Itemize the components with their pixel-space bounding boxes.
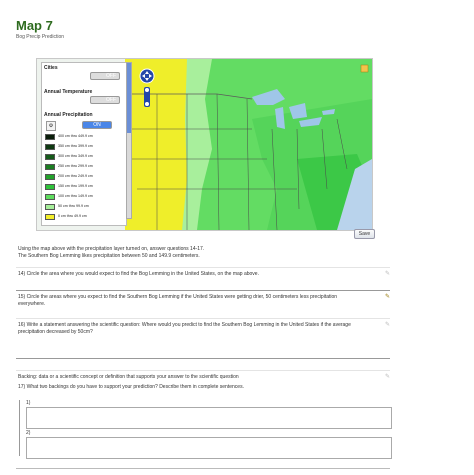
question-15: 15) Circle the areas where you expect to… bbox=[16, 290, 390, 313]
cities-label: Cities bbox=[44, 65, 58, 71]
legend-label: 150 cm thru 199.9 cm bbox=[58, 184, 93, 188]
legend-swatch bbox=[45, 204, 55, 210]
edit-icon[interactable]: ✎ bbox=[385, 373, 390, 380]
instruction-line-1: Using the map above with the precipitati… bbox=[18, 246, 205, 252]
question-16-text-cont: precipitation decreased by 50cm? bbox=[18, 329, 93, 335]
answer-1-field[interactable] bbox=[26, 407, 392, 429]
answer-indent-line bbox=[19, 400, 20, 456]
legend-swatch bbox=[45, 184, 55, 190]
legend-label: 400 cm thru 449.9 cm bbox=[58, 134, 93, 138]
legend-label: 50 cm thru 99.9 cm bbox=[58, 204, 89, 208]
legend-label: 350 cm thru 399.9 cm bbox=[58, 144, 93, 148]
edit-icon[interactable]: ✎ bbox=[385, 270, 390, 277]
map-tools-icon bbox=[360, 64, 369, 73]
backing-definition: Backing: data or a scientific concept or… bbox=[18, 374, 239, 380]
temperature-label: Annual Temperature bbox=[44, 89, 93, 95]
legend-label: 0 cm thru 49.9 cm bbox=[58, 214, 87, 218]
answer-2-label: 2) bbox=[26, 430, 31, 436]
answer-1-label: 1) bbox=[26, 400, 31, 406]
temperature-toggle[interactable]: OFF bbox=[90, 96, 120, 104]
layer-legend: Cities OFF Annual Temperature OFF Annual… bbox=[41, 62, 127, 226]
question-14: 14) Circle the area where you would expe… bbox=[16, 267, 390, 282]
instruction-line-2: The Southern Bog Lemming likes precipita… bbox=[18, 253, 200, 259]
legend-label: 250 cm thru 299.9 cm bbox=[58, 164, 93, 168]
legend-scrollbar[interactable] bbox=[126, 62, 132, 219]
save-button[interactable]: Save bbox=[354, 229, 375, 239]
legend-label: 300 cm thru 349.9 cm bbox=[58, 154, 93, 158]
layer-settings-icon[interactable]: ⚙ bbox=[46, 121, 56, 131]
map-pan-control bbox=[139, 68, 155, 84]
question-16: 16) Write a statement answering the scie… bbox=[16, 318, 390, 359]
page-subtitle: Bog Precip Prediction bbox=[16, 34, 65, 40]
legend-swatch bbox=[45, 214, 55, 220]
question-17-text: 17) What two backings do you have to sup… bbox=[18, 384, 244, 390]
question-15-text: 15) Circle the areas where you expect to… bbox=[18, 294, 338, 300]
legend-label: 200 cm thru 249.9 cm bbox=[58, 174, 93, 178]
legend-swatch bbox=[45, 174, 55, 180]
legend-swatch bbox=[45, 164, 55, 170]
legend-swatch bbox=[45, 144, 55, 150]
precipitation-toggle[interactable]: ON bbox=[82, 121, 112, 129]
legend-label: 100 cm thru 149.9 cm bbox=[58, 194, 93, 198]
legend-swatch bbox=[45, 134, 55, 140]
answer-2-field[interactable] bbox=[26, 437, 392, 459]
precipitation-label: Annual Precipitation bbox=[44, 112, 93, 118]
page-title: Map 7 bbox=[16, 18, 53, 33]
cities-toggle[interactable]: OFF bbox=[90, 72, 120, 80]
edit-icon[interactable]: ✎ bbox=[385, 293, 390, 300]
question-16-text: 16) Write a statement answering the scie… bbox=[18, 322, 351, 328]
legend-swatch bbox=[45, 154, 55, 160]
legend-swatch bbox=[45, 194, 55, 200]
edit-icon[interactable]: ✎ bbox=[385, 321, 390, 328]
question-14-text: 14) Circle the area where you would expe… bbox=[18, 271, 259, 277]
question-17: Backing: data or a scientific concept or… bbox=[16, 370, 390, 401]
question-15-text-cont: everywhere. bbox=[18, 301, 46, 307]
